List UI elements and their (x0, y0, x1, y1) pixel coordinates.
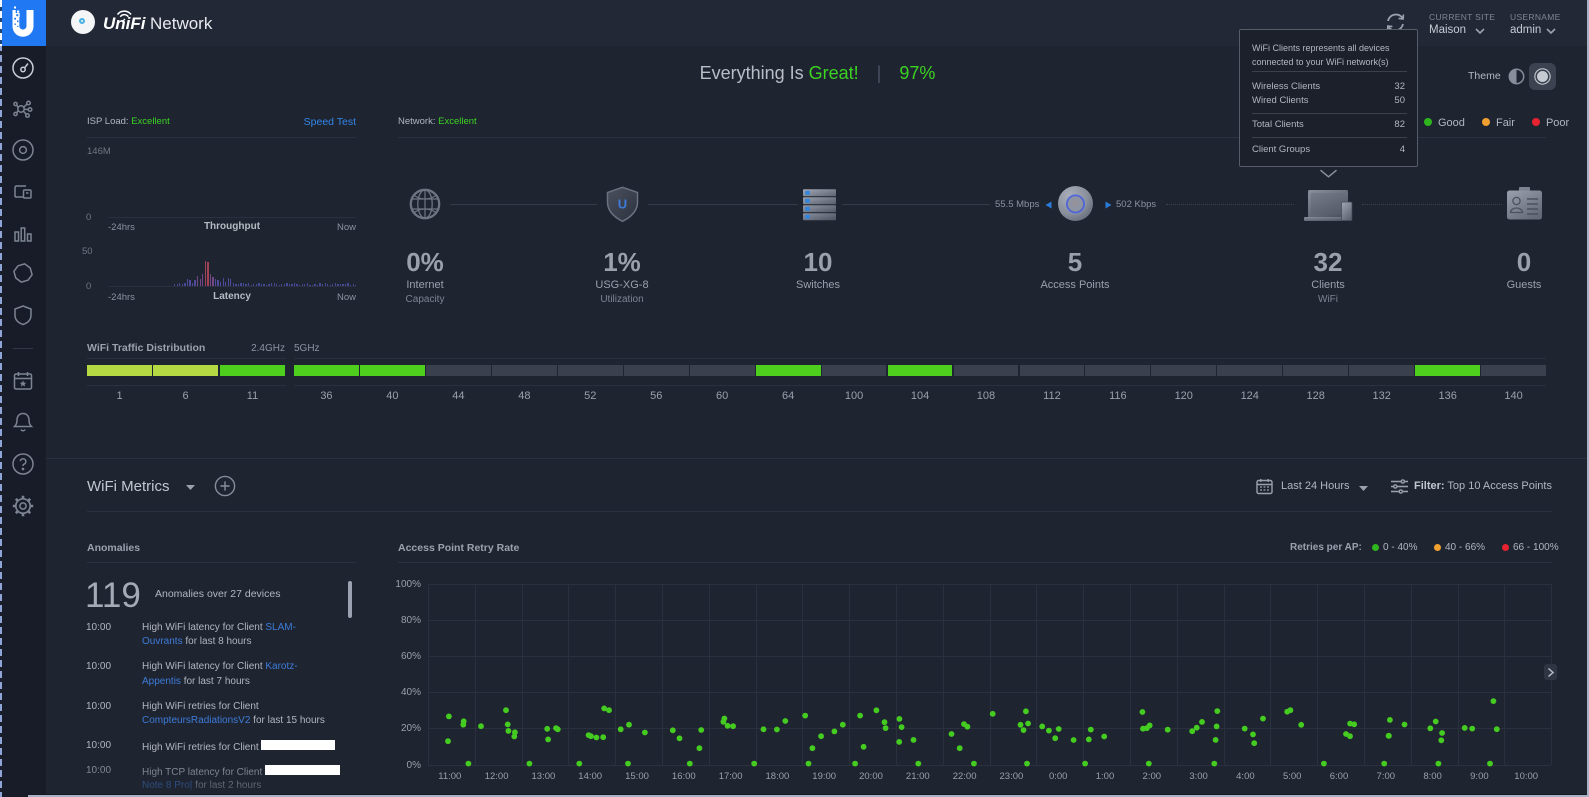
svg-text:Network: Network (150, 14, 213, 33)
svg-text:U: U (618, 197, 627, 212)
svg-text:UniFi: UniFi (103, 14, 147, 33)
